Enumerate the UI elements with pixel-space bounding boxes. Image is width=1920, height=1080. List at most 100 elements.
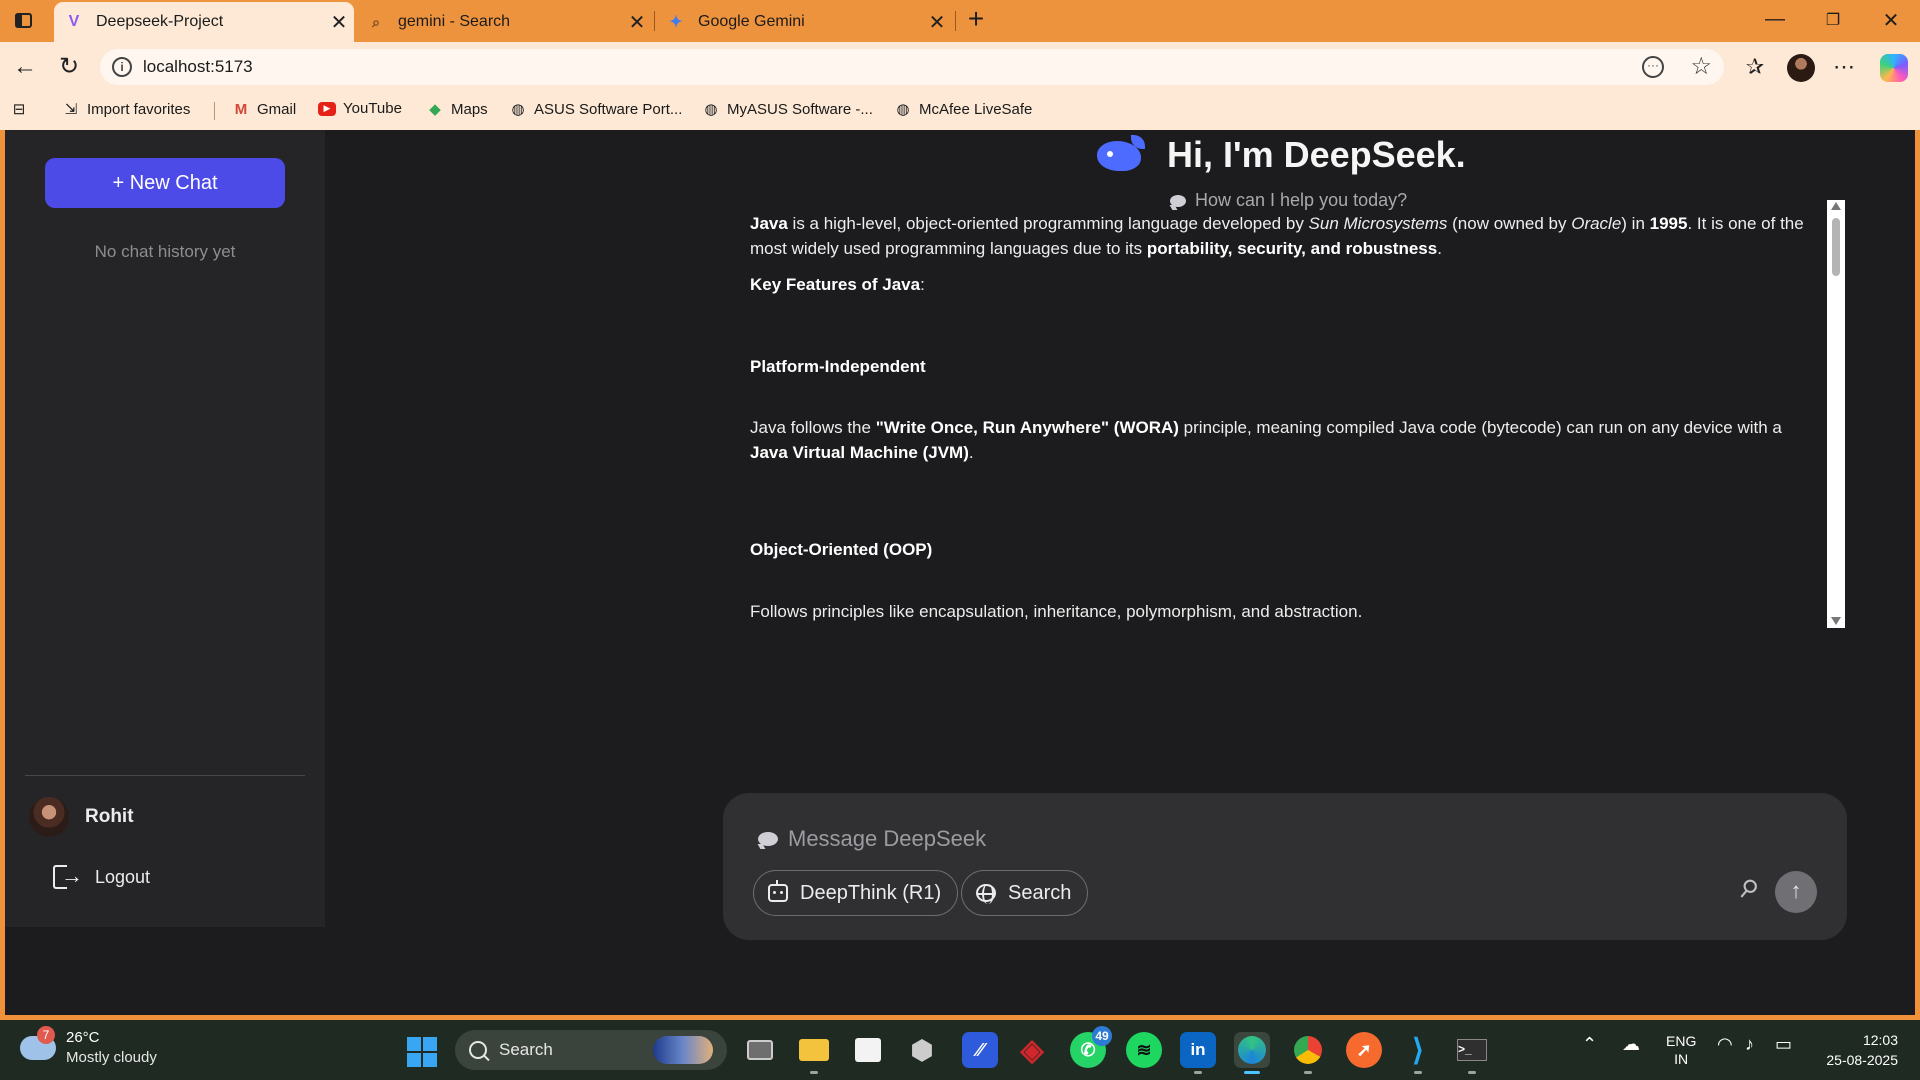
copilot-icon[interactable] bbox=[1880, 54, 1908, 82]
message-input[interactable]: Message DeepSeek bbox=[758, 826, 986, 852]
feature-title: Platform-Independent bbox=[750, 357, 926, 376]
favorite-import[interactable]: ⇲ Import favorites bbox=[62, 100, 191, 119]
favorite-gmail[interactable]: M Gmail bbox=[232, 100, 296, 118]
weather-badge: 7 bbox=[37, 1026, 55, 1044]
features-heading: Key Features of Java: bbox=[750, 275, 925, 294]
close-window-button[interactable]: ✕ bbox=[1868, 8, 1914, 33]
taskbar-search[interactable]: Search bbox=[455, 1030, 727, 1070]
reader-icon[interactable]: ··· bbox=[1642, 56, 1664, 78]
new-chat-button[interactable]: + New Chat bbox=[45, 158, 285, 208]
input-language[interactable]: ENG IN bbox=[1666, 1032, 1696, 1068]
chrome-icon[interactable] bbox=[1290, 1032, 1326, 1074]
chat-bubble-icon bbox=[758, 832, 778, 846]
scrollbar-thumb[interactable] bbox=[1832, 218, 1840, 276]
close-tab-icon[interactable]: ✕ bbox=[324, 10, 354, 35]
minimize-button[interactable]: — bbox=[1752, 8, 1798, 31]
spotify-icon[interactable]: ≋ bbox=[1126, 1032, 1162, 1068]
app-viewport: + New Chat No chat history yet Rohit → L… bbox=[5, 130, 1915, 1015]
favorite-maps[interactable]: ◆ Maps bbox=[426, 100, 487, 119]
tab-separator bbox=[955, 11, 956, 31]
address-bar[interactable]: i localhost:5173 ··· ☆ bbox=[100, 49, 1724, 85]
refresh-button[interactable]: ↻ bbox=[52, 50, 86, 84]
avatar bbox=[29, 797, 69, 837]
search-icon: ⌕ bbox=[372, 13, 380, 30]
profile-avatar[interactable] bbox=[1787, 54, 1815, 82]
feature-description: Java follows the "Write Once, Run Anywhe… bbox=[750, 418, 1782, 462]
favorite-mcafee[interactable]: ◍ McAfee LiveSafe bbox=[894, 100, 1032, 119]
onedrive-icon[interactable]: ☁ bbox=[1622, 1034, 1640, 1055]
system-clock[interactable]: 12:03 25-08-2025 bbox=[1818, 1030, 1898, 1070]
site-info-icon[interactable]: i bbox=[112, 57, 132, 77]
mcafee-icon[interactable]: ◈ bbox=[1014, 1032, 1050, 1068]
sidebar: + New Chat No chat history yet Rohit → L… bbox=[5, 130, 325, 927]
gemini-icon: ✦ bbox=[669, 14, 683, 31]
windows-start-icon[interactable] bbox=[407, 1037, 437, 1067]
tab-gemini-search[interactable]: ⌕ gemini - Search ✕ bbox=[356, 2, 652, 42]
globe-icon bbox=[976, 884, 996, 904]
globe-icon: ◍ bbox=[896, 101, 910, 118]
favorite-asus[interactable]: ◍ ASUS Software Port... bbox=[509, 100, 682, 119]
favorite-youtube[interactable]: ▶ YouTube bbox=[318, 100, 402, 117]
user-name: Rohit bbox=[85, 806, 134, 827]
close-tab-icon[interactable]: ✕ bbox=[922, 10, 952, 35]
microsoft-store-icon[interactable] bbox=[850, 1032, 886, 1068]
favorite-myasus[interactable]: ◍ MyASUS Software -... bbox=[702, 100, 872, 119]
vscode-icon[interactable]: ⟩ bbox=[1400, 1032, 1436, 1074]
message-composer: Message DeepSeek DeepThink (R1) Search ⚲… bbox=[723, 793, 1847, 940]
favorite-star-icon[interactable]: ☆ bbox=[1690, 52, 1712, 81]
favorites-icon[interactable]: ✰ bbox=[1740, 52, 1770, 82]
new-tab-button[interactable]: + bbox=[962, 5, 990, 34]
globe-icon: ◍ bbox=[511, 101, 525, 118]
favorites-divider bbox=[214, 102, 215, 120]
favorites-bar: ⊟ ⇲ Import favorites M Gmail ▶ YouTube ◆… bbox=[0, 92, 1920, 130]
taskbar: 7 26°C Mostly cloudy Search ⬢ ⁄⁄ ◈ ✆ 49 ≋… bbox=[0, 1020, 1920, 1080]
restore-button[interactable]: ❐ bbox=[1810, 10, 1856, 30]
asus-icon[interactable]: ⁄⁄ bbox=[962, 1032, 998, 1068]
scroll-up-icon[interactable] bbox=[1831, 202, 1841, 210]
response-scrollbar[interactable] bbox=[1827, 200, 1845, 628]
terminal-icon[interactable]: >_ bbox=[1454, 1032, 1490, 1074]
app-cube-icon[interactable]: ⬢ bbox=[904, 1032, 940, 1068]
deepthink-toggle[interactable]: DeepThink (R1) bbox=[753, 870, 959, 916]
whatsapp-notification-count: 49 bbox=[1092, 1026, 1112, 1046]
paperclip-icon[interactable]: ⚲ bbox=[1731, 872, 1770, 912]
search-icon bbox=[469, 1041, 487, 1059]
temperature: 26°C bbox=[66, 1029, 100, 1046]
close-tab-icon[interactable]: ✕ bbox=[622, 10, 652, 35]
weather-description: Mostly cloudy bbox=[66, 1049, 157, 1066]
tab-actions-icon[interactable] bbox=[12, 10, 36, 32]
feature-title: Object-Oriented (OOP) bbox=[750, 540, 933, 559]
linkedin-icon[interactable]: in bbox=[1180, 1032, 1216, 1074]
logout-button[interactable]: → Logout bbox=[51, 863, 150, 891]
edge-icon[interactable] bbox=[1234, 1032, 1270, 1074]
task-view-icon[interactable] bbox=[742, 1032, 778, 1068]
tab-deepseek-project[interactable]: V Deepseek-Project ✕ bbox=[54, 2, 354, 42]
page-header: Hi, I'm DeepSeek. bbox=[1095, 130, 1466, 180]
response-intro: Java is a high-level, object-oriented pr… bbox=[750, 214, 1804, 258]
scroll-down-icon[interactable] bbox=[1831, 617, 1841, 625]
send-button[interactable]: ↑ bbox=[1775, 871, 1817, 913]
logout-icon: → bbox=[51, 863, 83, 891]
show-hidden-icons[interactable]: ⌃ bbox=[1582, 1034, 1597, 1055]
assistant-response: Java is a high-level, object-oriented pr… bbox=[725, 200, 1845, 628]
search-toggle[interactable]: Search bbox=[961, 870, 1089, 916]
wifi-icon[interactable]: ◠ bbox=[1717, 1034, 1733, 1055]
back-button[interactable]: ← bbox=[8, 50, 42, 84]
user-profile: Rohit bbox=[29, 797, 134, 837]
weather-widget[interactable]: 7 26°C Mostly cloudy bbox=[20, 1026, 157, 1068]
tab-separator bbox=[654, 11, 655, 31]
feature-description: Follows principles like encapsulation, i… bbox=[750, 602, 1363, 621]
tab-google-gemini[interactable]: ✦ Google Gemini ✕ bbox=[656, 2, 952, 42]
volume-icon[interactable]: ♪ bbox=[1745, 1034, 1754, 1055]
postman-icon[interactable]: ➚ bbox=[1346, 1032, 1382, 1068]
url-text[interactable]: localhost:5173 bbox=[143, 57, 253, 77]
battery-icon[interactable]: ▭ bbox=[1775, 1034, 1792, 1055]
whatsapp-icon[interactable]: ✆ 49 bbox=[1070, 1026, 1112, 1068]
file-explorer-icon[interactable] bbox=[796, 1032, 832, 1074]
page-title: Hi, I'm DeepSeek. bbox=[1167, 134, 1466, 175]
vite-icon: V bbox=[68, 13, 80, 30]
more-menu-icon[interactable]: ⋯ bbox=[1829, 52, 1859, 82]
favorites-collection-icon[interactable]: ⊟ bbox=[10, 100, 35, 118]
deepseek-logo-icon bbox=[1095, 135, 1147, 175]
youtube-icon: ▶ bbox=[318, 101, 336, 116]
